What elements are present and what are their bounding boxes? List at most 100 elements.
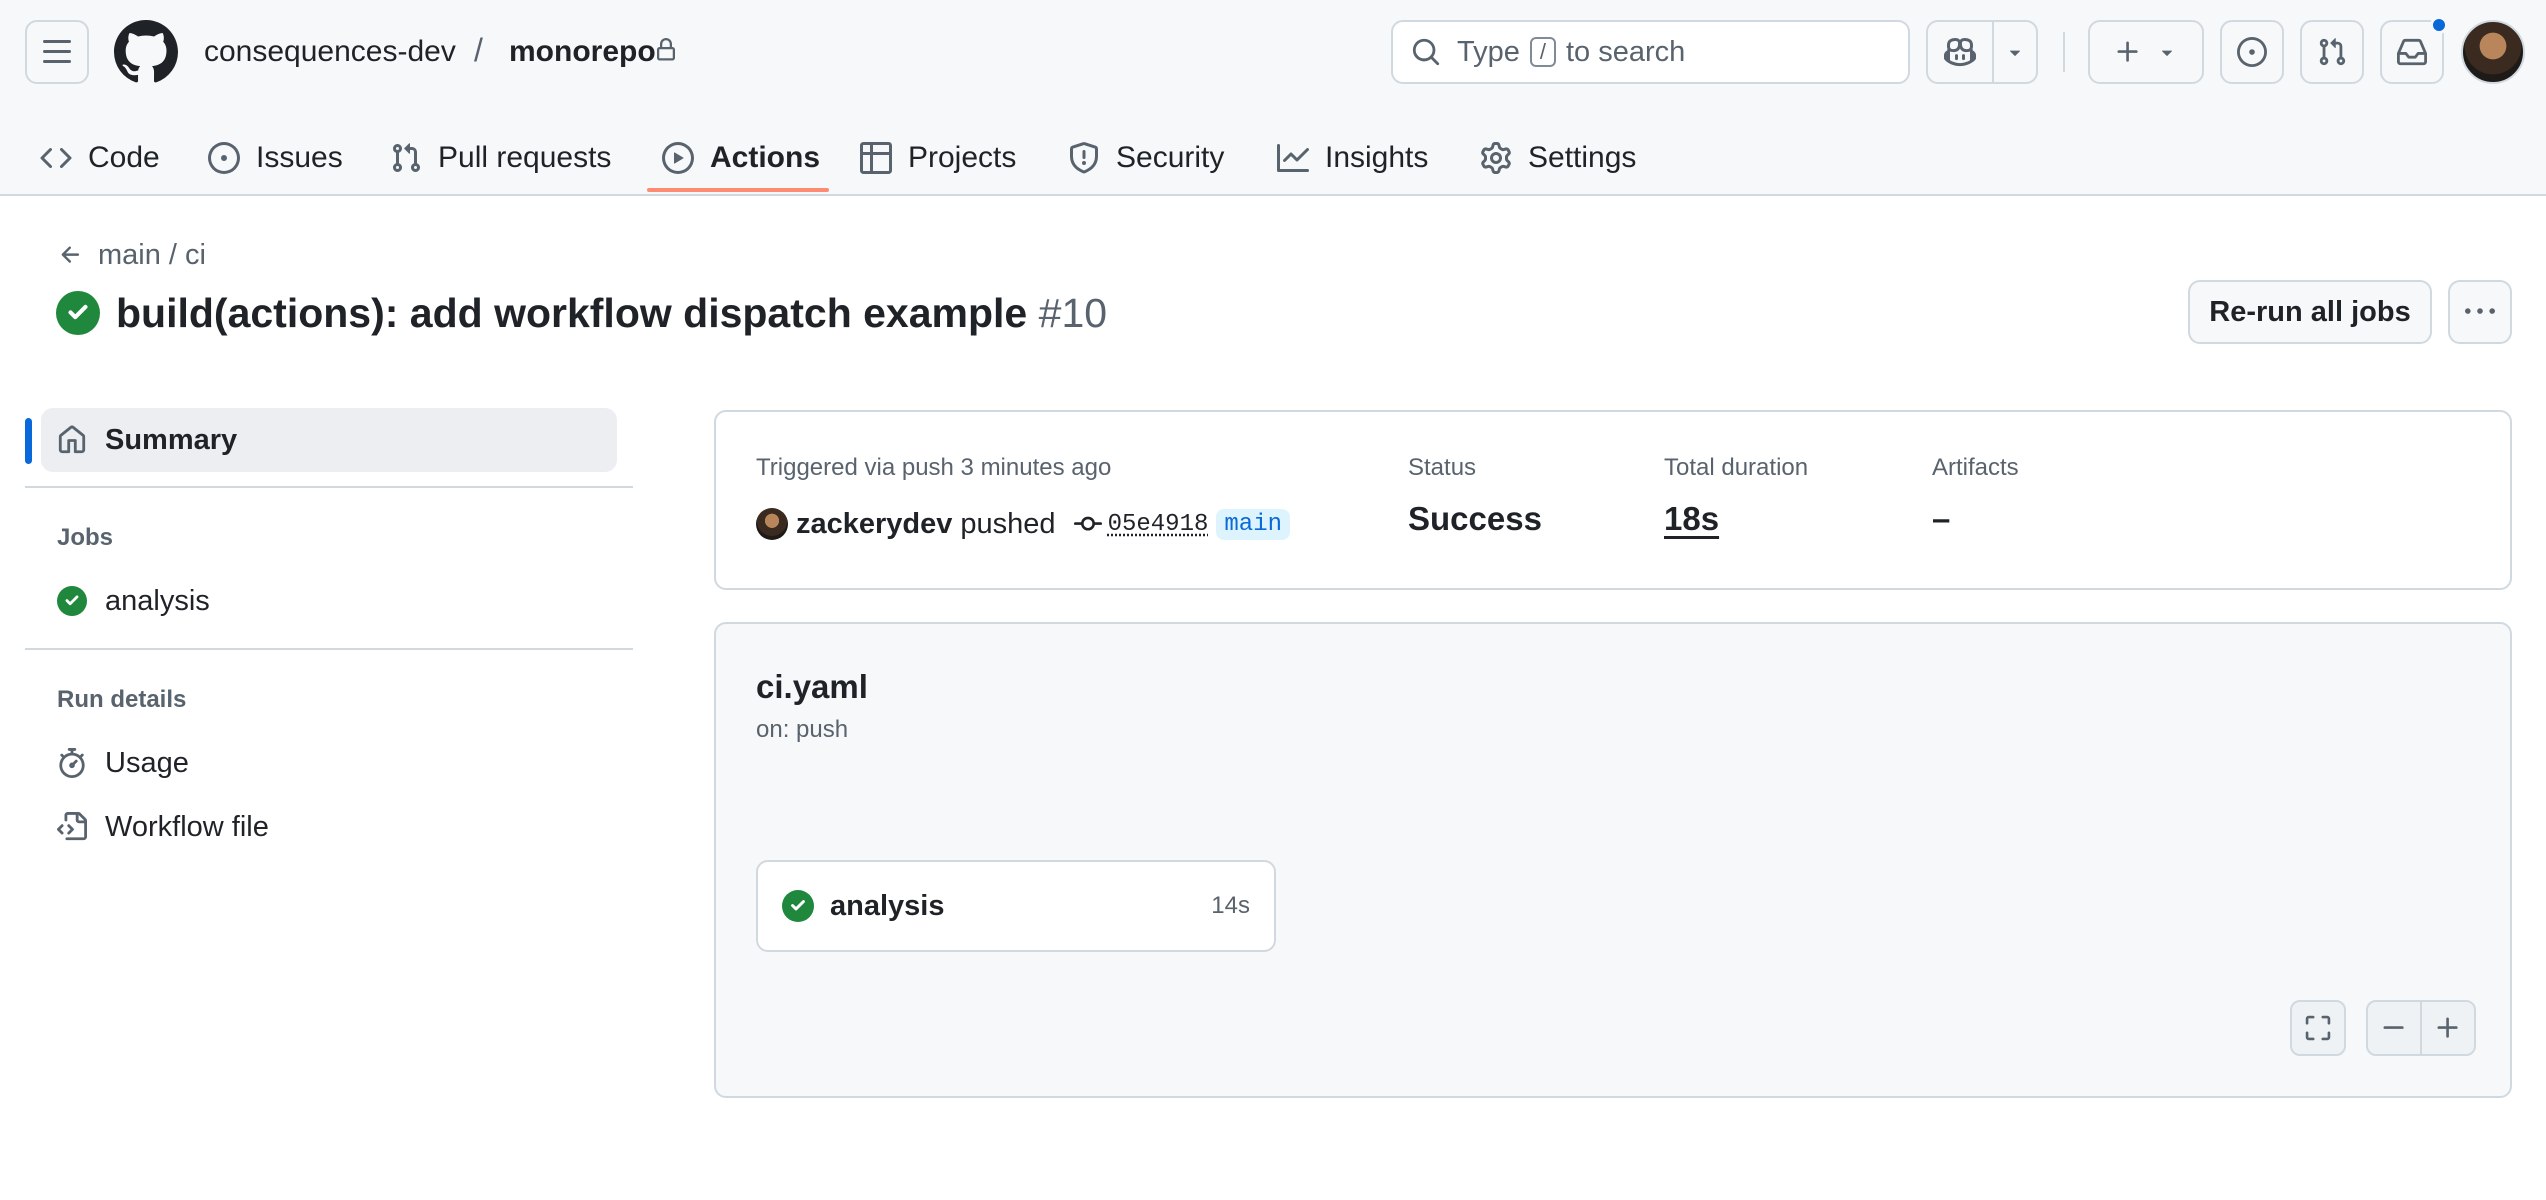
git-pull-request-icon <box>2317 37 2347 67</box>
tab-projects[interactable]: Projects <box>860 120 1016 196</box>
code-icon <box>40 142 72 174</box>
sidebar-divider <box>25 648 633 650</box>
check-circle-fill-icon <box>782 890 814 922</box>
sidebar-item-label: Summary <box>105 423 238 456</box>
sidebar-item-label: Workflow file <box>105 810 269 843</box>
git-pull-request-icon <box>390 142 422 174</box>
play-icon <box>662 142 694 174</box>
menu-button[interactable] <box>25 20 89 84</box>
search-prefix: Type <box>1457 35 1520 68</box>
branch-label[interactable]: main <box>1216 508 1290 540</box>
more-options-button[interactable] <box>2448 280 2512 344</box>
tab-label: Code <box>88 141 160 174</box>
tab-code[interactable]: Code <box>40 120 160 196</box>
repo-navigation: Code Issues Pull requests Actions Projec… <box>0 120 2546 196</box>
tab-label: Projects <box>908 141 1017 174</box>
tab-settings[interactable]: Settings <box>1480 120 1636 196</box>
triangle-down-icon <box>2004 41 2026 63</box>
your-pull-requests-button[interactable] <box>2300 20 2364 84</box>
stopwatch-icon <box>57 748 87 778</box>
push-info: zackerydev pushed 05e4918 main <box>756 504 1290 544</box>
home-icon <box>57 425 87 455</box>
tab-pull-requests[interactable]: Pull requests <box>390 120 611 196</box>
gear-icon <box>1480 142 1512 174</box>
pusher-avatar[interactable] <box>756 508 788 540</box>
tab-label: Insights <box>1325 141 1429 174</box>
workflow-file-name: ci.yaml <box>756 668 868 705</box>
commit-sha-link[interactable]: 05e4918 <box>1108 511 1209 538</box>
tab-security[interactable]: Security <box>1068 120 1224 196</box>
graph-icon <box>1277 142 1309 174</box>
tab-insights[interactable]: Insights <box>1277 120 1428 196</box>
plus-icon <box>2434 1014 2462 1042</box>
inbox-icon <box>2397 37 2427 67</box>
copilot-dropdown-button[interactable] <box>1994 22 2036 82</box>
table-icon <box>860 142 892 174</box>
tab-label: Actions <box>710 141 821 174</box>
sidebar-divider <box>25 486 633 488</box>
repo-owner-link[interactable]: consequences-dev <box>204 32 456 72</box>
search-input[interactable]: Type / to search <box>1391 20 1910 84</box>
tab-issues[interactable]: Issues <box>208 120 343 196</box>
breadcrumb[interactable]: main / ci <box>58 236 206 274</box>
pushed-text: pushed <box>960 507 1056 540</box>
fullscreen-button[interactable] <box>2290 1000 2346 1056</box>
zoom-out-button[interactable] <box>2368 1002 2422 1054</box>
tab-label: Settings <box>1528 141 1637 174</box>
create-new-button[interactable] <box>2088 20 2204 84</box>
check-circle-fill-icon <box>57 586 87 616</box>
user-avatar[interactable] <box>2461 20 2525 84</box>
issue-opened-icon <box>208 142 240 174</box>
workflow-trigger: on: push <box>756 716 849 743</box>
zoom-controls <box>2366 1000 2476 1056</box>
job-duration: 14s <box>1211 892 1250 919</box>
pusher-link[interactable]: zackerydev <box>796 508 952 541</box>
tab-actions[interactable]: Actions <box>662 120 820 196</box>
run-details-heading: Run details <box>57 686 187 713</box>
run-title-row: build(actions): add workflow dispatch ex… <box>56 288 1107 338</box>
triangle-down-icon <box>2156 41 2178 63</box>
git-commit-icon <box>1073 510 1102 538</box>
shield-icon <box>1068 142 1100 174</box>
tab-label: Security <box>1116 141 1225 174</box>
search-suffix: to search <box>1566 35 1686 68</box>
status-value: Success <box>1408 500 1542 537</box>
hamburger-icon <box>41 36 73 68</box>
workflow-graph-card: ci.yaml on: push analysis 14s <box>714 622 2512 1098</box>
breadcrumb-text: main / ci <box>98 239 206 271</box>
run-summary-card: Triggered via push 3 minutes ago zackery… <box>714 410 2512 590</box>
sidebar-item-workflow-file[interactable]: Workflow file <box>57 805 269 849</box>
check-circle-fill-icon <box>56 291 100 335</box>
trigger-text: Triggered via push 3 minutes ago <box>756 454 1112 481</box>
artifacts-value: – <box>1932 500 1951 537</box>
status-label: Status <box>1408 454 1477 481</box>
job-name: analysis <box>830 889 945 922</box>
duration-value[interactable]: 18s <box>1664 500 1719 538</box>
sidebar-item-label: analysis <box>105 584 210 617</box>
copilot-icon <box>1944 36 1976 68</box>
issue-opened-icon <box>2237 37 2267 67</box>
sidebar-item-summary[interactable]: Summary <box>41 408 617 472</box>
sidebar-item-usage[interactable]: Usage <box>57 741 189 785</box>
header-divider <box>2063 32 2065 72</box>
artifacts-label: Artifacts <box>1932 454 2019 481</box>
zoom-in-button[interactable] <box>2422 1002 2474 1054</box>
your-issues-button[interactable] <box>2220 20 2284 84</box>
copilot-button-group <box>1926 20 2038 84</box>
duration-label: Total duration <box>1664 454 1809 481</box>
sidebar-active-indicator <box>25 418 32 464</box>
sidebar-job-analysis[interactable]: analysis <box>57 579 210 623</box>
job-node-analysis[interactable]: analysis 14s <box>756 860 1276 952</box>
github-logo-icon[interactable] <box>114 20 178 84</box>
copilot-button[interactable] <box>1928 22 1994 82</box>
search-icon <box>1411 37 1441 67</box>
run-number: #10 <box>1038 290 1108 336</box>
active-tab-underline <box>647 188 829 192</box>
kebab-horizontal-icon <box>2465 297 2495 327</box>
arrow-left-icon <box>58 242 84 268</box>
search-shortcut-key: / <box>1529 37 1556 67</box>
path-separator: / <box>474 32 483 68</box>
file-code-icon <box>57 812 87 842</box>
rerun-all-jobs-button[interactable]: Re-run all jobs <box>2188 280 2432 344</box>
repo-name-link[interactable]: monorepo <box>509 32 656 72</box>
